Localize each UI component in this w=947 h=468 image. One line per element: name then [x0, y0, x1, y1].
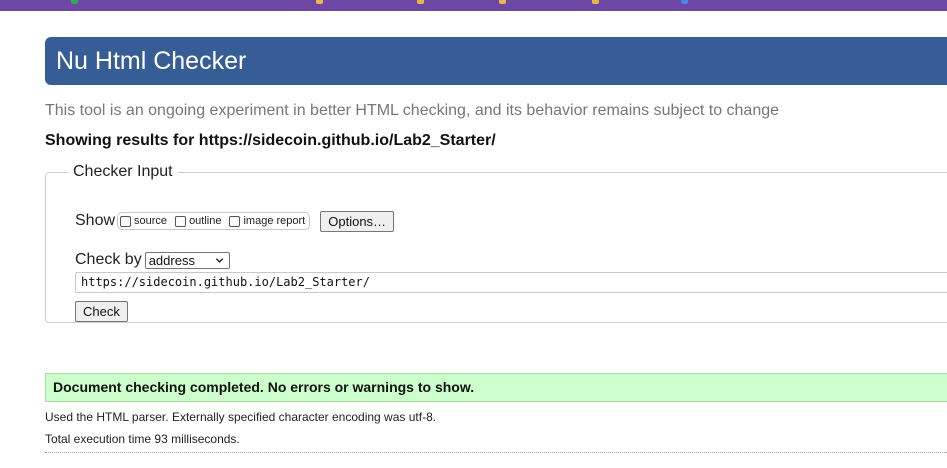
check-by-select[interactable]: address [144, 251, 230, 269]
check-by-selected-value: address [148, 252, 195, 268]
bookmark-icon[interactable] [417, 0, 424, 4]
check-button[interactable]: Check [75, 301, 128, 322]
image-report-option-label: image report [243, 215, 306, 227]
chevron-down-icon [215, 257, 223, 263]
result-success-message: Document checking completed. No errors o… [45, 373, 947, 402]
check-by-row: Check by address [75, 250, 230, 270]
dotted-divider [45, 452, 947, 453]
source-option[interactable]: source [120, 215, 167, 227]
outline-option-label: outline [189, 215, 222, 227]
bookmark-icon[interactable] [499, 0, 506, 4]
outline-checkbox[interactable] [175, 215, 187, 227]
source-checkbox[interactable] [120, 215, 132, 227]
show-options-group: source outline image report [117, 212, 311, 230]
execution-time-note: Total execution time 93 milliseconds. [45, 432, 240, 446]
checker-input-legend: Checker Input [73, 163, 173, 180]
results-for-heading: Showing results for https://sidecoin.git… [45, 132, 496, 149]
show-options-row: Show source outline image report Options… [75, 209, 395, 233]
page-title: Nu Html Checker [56, 47, 247, 75]
browser-bookmarks-bar [0, 0, 947, 11]
source-option-label: source [134, 215, 168, 227]
image-report-checkbox[interactable] [229, 215, 241, 227]
bookmark-icon[interactable] [71, 0, 78, 4]
parser-note: Used the HTML parser. Externally specifi… [45, 410, 437, 424]
outline-option[interactable]: outline [175, 215, 221, 227]
check-by-label: Check by [75, 251, 142, 268]
intro-text: This tool is an ongoing experiment in be… [45, 102, 780, 119]
image-report-option[interactable]: image report [229, 215, 305, 227]
checker-input-fieldset: Checker Input Show source outline image … [45, 163, 947, 323]
bookmark-icon[interactable] [592, 0, 599, 4]
page-header: Nu Html Checker [45, 37, 947, 85]
show-label: Show [75, 212, 116, 229]
options-button[interactable]: Options… [320, 210, 395, 232]
bookmark-icon[interactable] [681, 0, 688, 4]
url-input[interactable]: https://sidecoin.github.io/Lab2_Starter/ [75, 272, 947, 293]
bookmark-icon[interactable] [316, 0, 323, 4]
